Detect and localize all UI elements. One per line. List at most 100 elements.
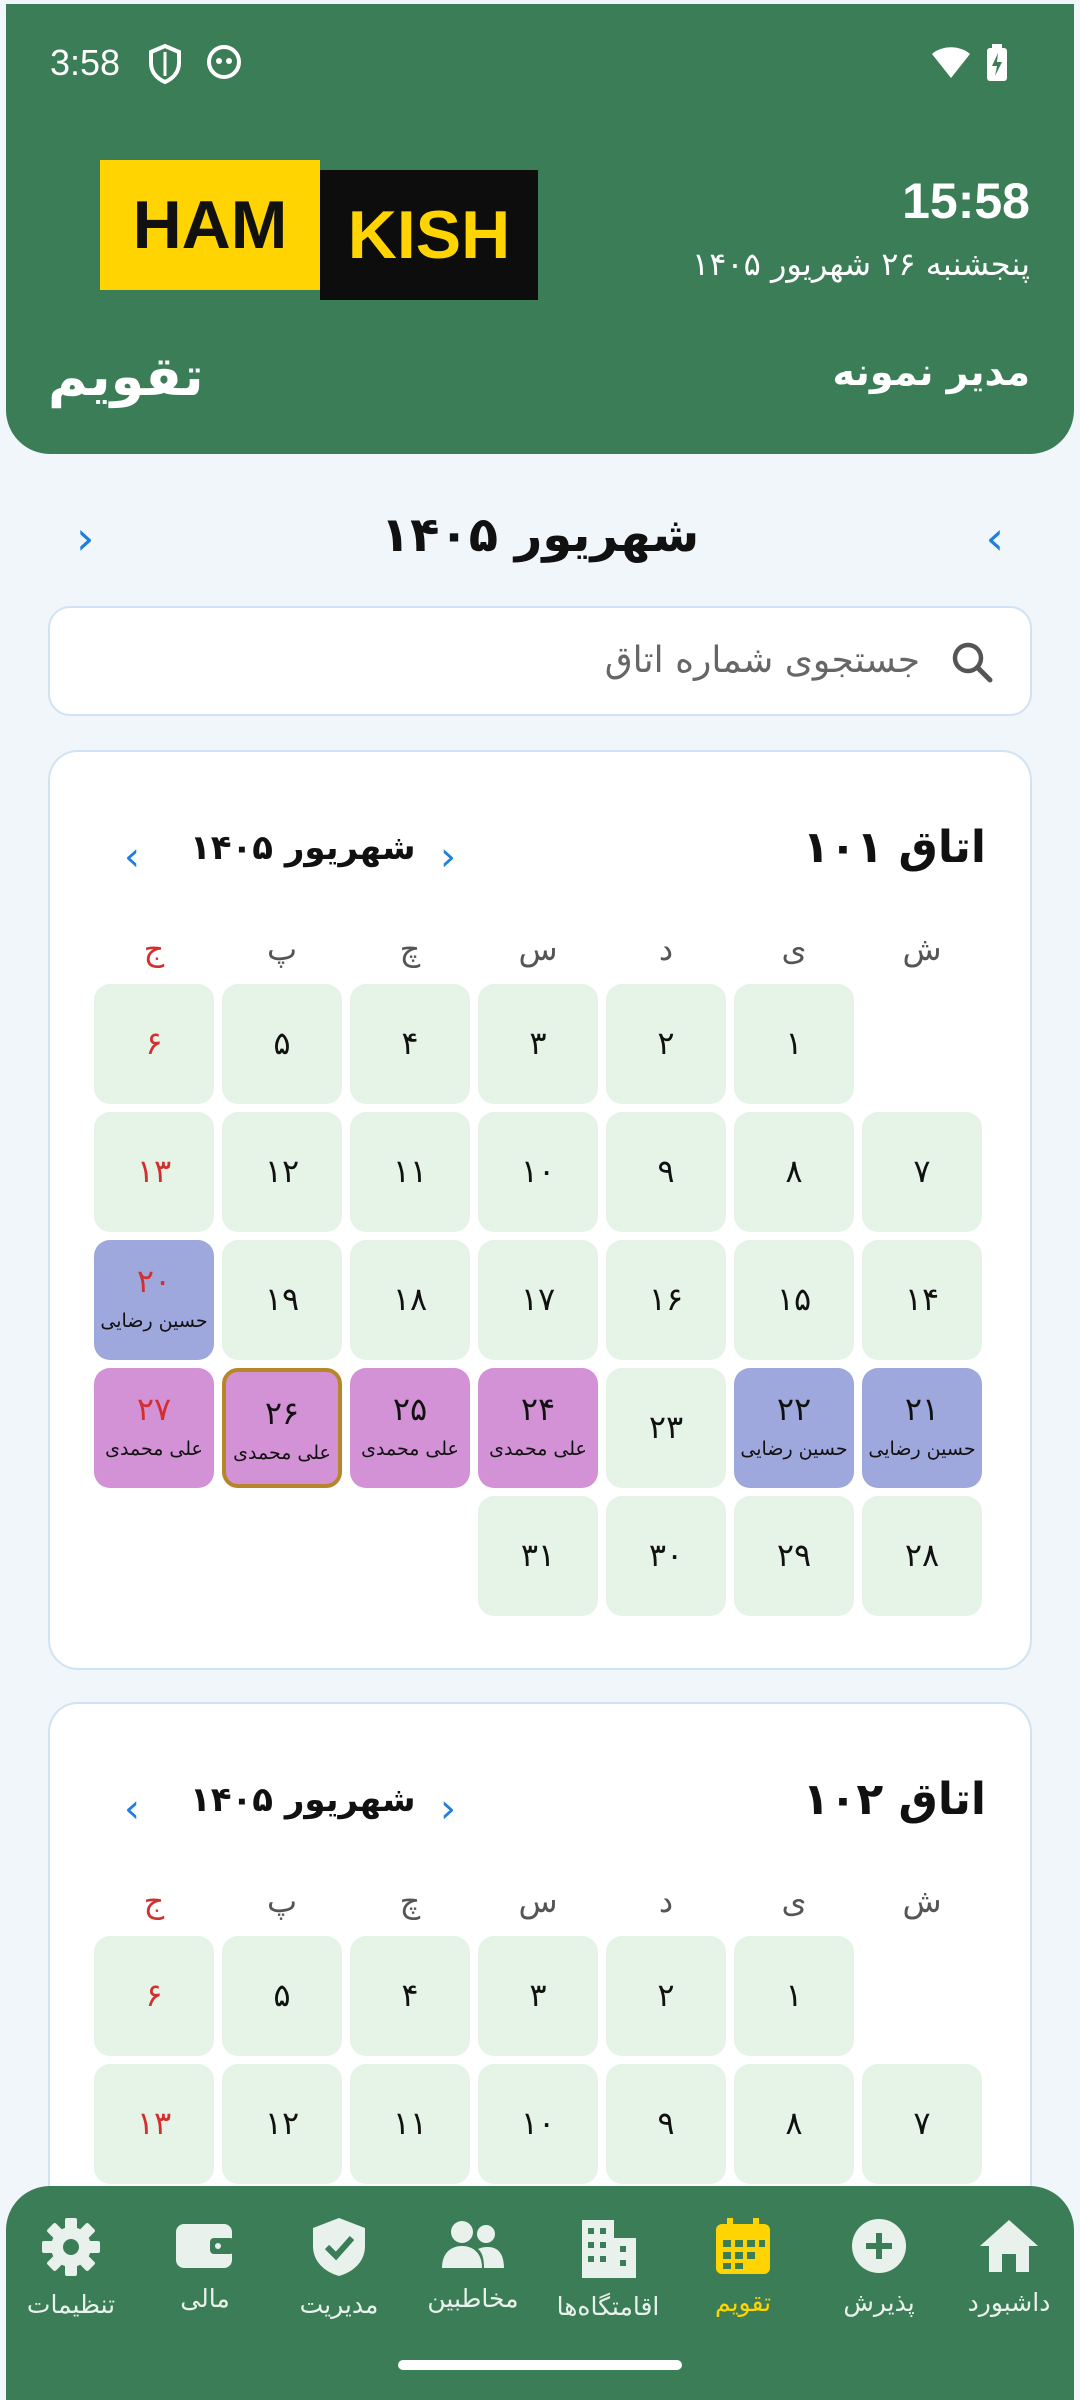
nav-settings[interactable]: تنظیمات	[6, 2216, 136, 2319]
calendar-day[interactable]: ۳۱	[478, 1496, 598, 1616]
calendar-day[interactable]: ۱۱	[350, 1112, 470, 1232]
app-status-icon	[206, 44, 242, 84]
weekday-label: چ	[399, 1882, 421, 1920]
shield-status-icon	[148, 43, 182, 88]
search-placeholder: جستجوی شماره اتاق	[604, 640, 920, 681]
calendar-day[interactable]: ۱۹	[222, 1240, 342, 1360]
day-number: ۲۳	[648, 1408, 684, 1446]
calendar-day[interactable]: ۱۱	[350, 2064, 470, 2184]
weekday-label: س	[518, 1882, 558, 1920]
calendar-day[interactable]: ۲۲ حسین رضایی	[734, 1368, 854, 1488]
calendar-day[interactable]: ۹	[606, 2064, 726, 2184]
calendar-day[interactable]: ۳۰	[606, 1496, 726, 1616]
calendar-day[interactable]: ۱۲	[222, 1112, 342, 1232]
nav-label: مالی	[180, 2284, 230, 2313]
day-number: ۸	[785, 1152, 803, 1190]
room-prev-month-button[interactable]: ‹	[124, 834, 140, 880]
day-number: ۱۶	[648, 1280, 684, 1318]
weekday-header: شیدسچپج	[96, 930, 988, 980]
calendar-day[interactable]: ۳	[478, 984, 598, 1104]
calendar-day[interactable]: ۲۷ علی محمدی	[94, 1368, 214, 1488]
calendar-day[interactable]: ۱۸	[350, 1240, 470, 1360]
day-number: ۲۵	[392, 1390, 428, 1428]
calendar-day[interactable]: ۲۶ علی محمدی	[222, 1368, 342, 1488]
calendar-day[interactable]: ۲۹	[734, 1496, 854, 1616]
nav-label: تقویم	[714, 2288, 772, 2317]
room-card: اتاق ۱۰۱ ‹ شهریور ۱۴۰۵ › شیدسچپج ۱۲۳۴۵۶۷…	[48, 750, 1032, 1670]
calendar-day[interactable]: ۱۰	[478, 1112, 598, 1232]
day-number: ۱۰	[520, 2104, 556, 2142]
calendar-day[interactable]: ۹	[606, 1112, 726, 1232]
calendar-day[interactable]: ۴	[350, 984, 470, 1104]
calendar-day[interactable]: ۱۵	[734, 1240, 854, 1360]
calendar-day[interactable]: ۸	[734, 2064, 854, 2184]
calendar-day[interactable]: ۱	[734, 1936, 854, 2056]
day-number: ۱۳	[136, 1152, 172, 1190]
weekday-label: پ	[266, 930, 298, 968]
day-number: ۲	[657, 1976, 675, 2014]
day-number: ۲۹	[776, 1536, 812, 1574]
nav-contacts[interactable]: مخاطبین	[408, 2216, 538, 2313]
calendar-day[interactable]: ۵	[222, 1936, 342, 2056]
calendar-day[interactable]: ۱۶	[606, 1240, 726, 1360]
room-next-month-button[interactable]: ›	[440, 1786, 456, 1832]
page-title: تقویم	[48, 345, 204, 408]
wallet-icon	[174, 2224, 236, 2276]
calendar-day[interactable]: ۸	[734, 1112, 854, 1232]
wifi-icon	[930, 44, 972, 84]
calendar-day[interactable]: ۵	[222, 984, 342, 1104]
calendar-day[interactable]: ۲۵ علی محمدی	[350, 1368, 470, 1488]
calendar-day[interactable]: ۲۴ علی محمدی	[478, 1368, 598, 1488]
nav-label: تنظیمات	[26, 2290, 116, 2319]
calendar-day[interactable]: ۶	[94, 984, 214, 1104]
day-number: ۳	[529, 1024, 547, 1062]
calendar-day[interactable]: ۱۲	[222, 2064, 342, 2184]
nav-finance[interactable]: مالی	[140, 2216, 270, 2313]
calendar-day[interactable]: ۱۳	[94, 1112, 214, 1232]
day-number: ۲۸	[904, 1536, 940, 1574]
day-number: ۲۱	[904, 1390, 940, 1428]
home-indicator[interactable]	[398, 2360, 682, 2370]
weekday-header: شیدسچپج	[96, 1882, 988, 1932]
calendar-day[interactable]: ۲۱ حسین رضایی	[862, 1368, 982, 1488]
calendar-day[interactable]: ۶	[94, 1936, 214, 2056]
calendar-day[interactable]: ۱۴	[862, 1240, 982, 1360]
room-prev-month-button[interactable]: ‹	[124, 1786, 140, 1832]
room-month-label: شهریور ۱۴۰۵	[190, 828, 416, 868]
day-number: ۲۰	[136, 1262, 172, 1300]
day-number: ۵	[273, 1976, 291, 2014]
calendar-day[interactable]: ۳	[478, 1936, 598, 2056]
nav-label: اقامتگاه‌ها	[556, 2292, 660, 2321]
day-number: ۱۱	[392, 2104, 428, 2142]
shield-check-icon	[309, 2218, 369, 2282]
calendar-day[interactable]: ۱۷	[478, 1240, 598, 1360]
calendar-day[interactable]: ۱۰	[478, 2064, 598, 2184]
nav-reception[interactable]: پذیرش	[814, 2216, 944, 2317]
calendar-day[interactable]: ۴	[350, 1936, 470, 2056]
calendar-day[interactable]: ۷	[862, 1112, 982, 1232]
calendar-day[interactable]: ۲	[606, 1936, 726, 2056]
calendar-day[interactable]: ۷	[862, 2064, 982, 2184]
room-search-input[interactable]: جستجوی شماره اتاق	[48, 606, 1032, 716]
calendar-day[interactable]: ۲۳	[606, 1368, 726, 1488]
day-number: ۲۴	[520, 1390, 556, 1428]
calendar-day[interactable]: ۱۳	[94, 2064, 214, 2184]
calendar-day[interactable]: ۱	[734, 984, 854, 1104]
room-month-label: شهریور ۱۴۰۵	[190, 1780, 416, 1820]
day-number: ۱	[785, 1024, 803, 1062]
calendar-day[interactable]: ۲	[606, 984, 726, 1104]
home-icon	[976, 2220, 1042, 2280]
next-month-button[interactable]: ‹	[986, 511, 1004, 565]
nav-management[interactable]: مدیریت	[274, 2216, 404, 2319]
day-number: ۳۱	[520, 1536, 556, 1574]
nav-accommodations[interactable]: اقامتگاه‌ها	[543, 2216, 673, 2321]
calendar-day[interactable]: ۲۸	[862, 1496, 982, 1616]
calendar-icon	[713, 2218, 773, 2280]
nav-dashboard[interactable]: داشبورد	[944, 2216, 1074, 2317]
room-title: اتاق ۱۰۲	[802, 1774, 986, 1825]
calendar-day[interactable]: ۲۰ حسین رضایی	[94, 1240, 214, 1360]
guest-name: علی محمدی	[361, 1438, 459, 1460]
room-next-month-button[interactable]: ›	[440, 834, 456, 880]
nav-calendar[interactable]: تقویم	[678, 2216, 808, 2317]
status-time: 3:58	[50, 42, 121, 83]
